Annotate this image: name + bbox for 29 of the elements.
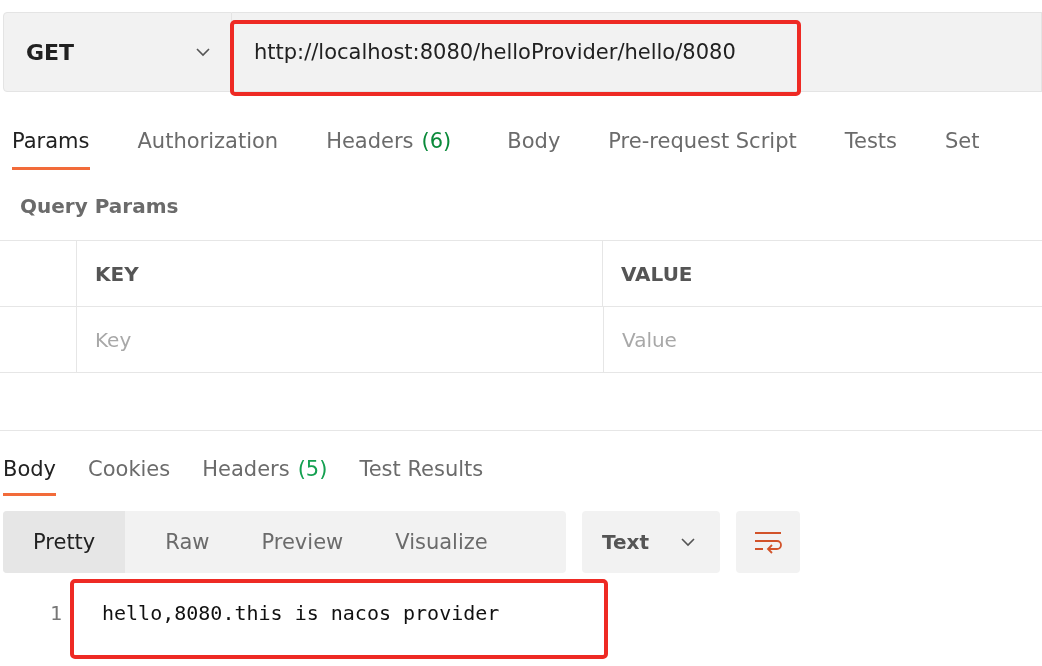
view-mode-button[interactable]: Raw bbox=[145, 511, 230, 573]
chevron-down-icon bbox=[195, 47, 211, 57]
method-dropdown[interactable]: GET bbox=[3, 12, 232, 92]
response-tab[interactable]: Headers (5) bbox=[202, 457, 328, 496]
request-tab[interactable]: Set bbox=[945, 129, 980, 170]
chevron-down-icon bbox=[680, 537, 696, 547]
request-tab[interactable]: Authorization bbox=[137, 129, 279, 170]
response-tab[interactable]: Test Results bbox=[359, 457, 484, 496]
response-tab[interactable]: Body bbox=[3, 457, 56, 496]
request-tab[interactable]: Body bbox=[507, 129, 561, 170]
response-tab[interactable]: Cookies bbox=[88, 457, 171, 496]
line-number: 1 bbox=[48, 601, 63, 625]
value-field[interactable]: Value bbox=[604, 326, 1019, 353]
format-dropdown[interactable]: Text bbox=[582, 511, 720, 573]
wrap-lines-button[interactable] bbox=[736, 511, 800, 573]
view-mode-button[interactable]: Pretty bbox=[3, 511, 126, 573]
column-header: KEY bbox=[77, 241, 603, 306]
request-tab[interactable]: Pre-request Script bbox=[608, 129, 797, 170]
view-mode-button[interactable]: Preview bbox=[241, 511, 364, 573]
request-tab[interactable]: Params bbox=[12, 129, 90, 170]
column-header: VALUE bbox=[620, 260, 694, 288]
url-field[interactable]: http://localhost:8080/helloProvider/hello/8080 bbox=[232, 12, 1042, 92]
section-title: Query Params bbox=[19, 193, 180, 220]
request-tab[interactable]: Headers (6) bbox=[326, 129, 452, 170]
request-tab[interactable]: Tests bbox=[844, 129, 897, 170]
code-line: hello,8080.this is nacos provider bbox=[102, 601, 500, 625]
view-mode-button[interactable]: Visualize bbox=[375, 511, 508, 573]
key-field[interactable]: Key bbox=[77, 326, 571, 353]
wrap-lines-icon bbox=[753, 530, 783, 554]
